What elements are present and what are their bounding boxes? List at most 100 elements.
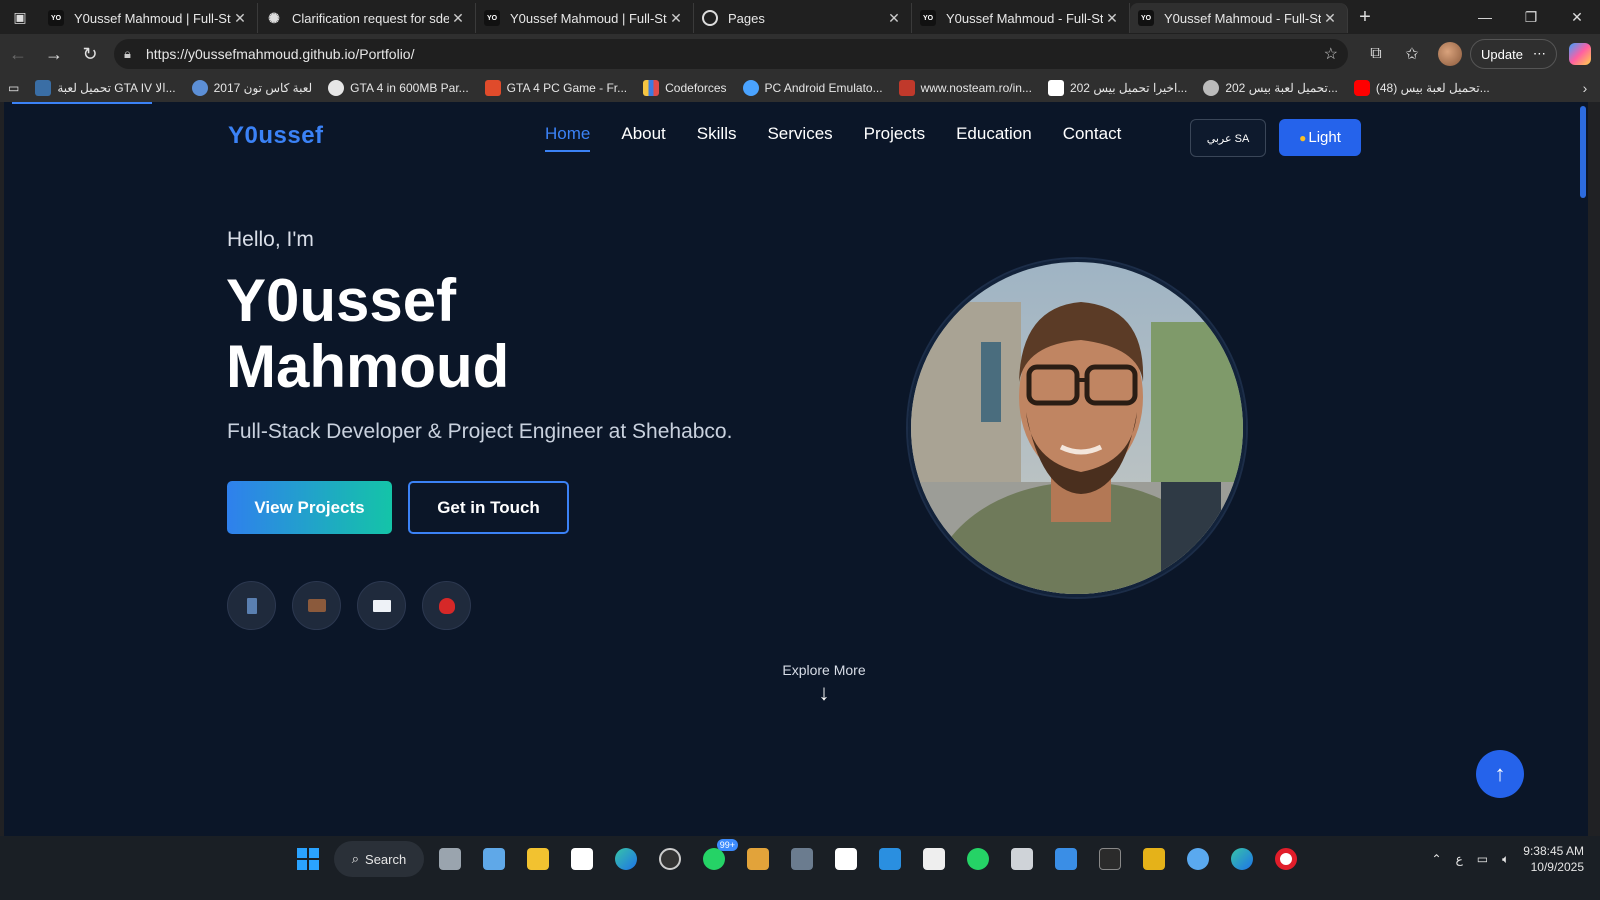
browser-tab-active[interactable]: YO Y0ussef Mahmoud - Full-Stack ✕ [1130, 3, 1348, 33]
update-label: Update [1481, 46, 1523, 62]
scrollbar-thumb[interactable] [1580, 106, 1586, 198]
chevron-up-icon[interactable]: ⌃ [1432, 852, 1442, 866]
app-icon[interactable] [652, 841, 688, 877]
file-explorer-icon[interactable] [520, 841, 556, 877]
input-indicator[interactable]: ع [1456, 852, 1463, 866]
favorite-item[interactable]: تحميل لعبة GTA IV الا... [27, 80, 183, 96]
address-bar[interactable]: 🔒︎ https://y0ussefmahmoud.github.io/Port… [114, 39, 1348, 69]
back-icon[interactable]: ← [0, 36, 36, 72]
nav-link-projects[interactable]: Projects [864, 124, 925, 152]
favorite-item[interactable]: اخيرا تحميل بيس 202... [1040, 80, 1195, 96]
task-view-icon[interactable] [432, 841, 468, 877]
favorite-item[interactable]: لعبة كاس تون 2017 [184, 80, 321, 96]
social-link[interactable] [227, 581, 276, 630]
whatsapp-business-icon[interactable]: 99+ [696, 839, 738, 877]
chevron-right-icon[interactable]: › [1570, 80, 1600, 96]
favorite-icon [898, 80, 915, 96]
browser-tab[interactable]: Pages ✕ [694, 3, 912, 33]
site-favicon-icon: YO [920, 10, 936, 26]
theme-toggle-button[interactable]: ● Light [1279, 119, 1361, 156]
profile-avatar[interactable] [1438, 42, 1462, 66]
browser-tab[interactable]: YO Y0ussef Mahmoud | Full-Stack ✕ [476, 3, 694, 33]
nav-link-home[interactable]: Home [545, 124, 591, 152]
app-icon[interactable] [1180, 841, 1216, 877]
hero-name: Y0ussef Mahmoud [226, 267, 510, 400]
opera-icon[interactable] [1268, 841, 1304, 877]
taskbar-search[interactable]: ⌕ Search [334, 841, 424, 877]
browser-tab[interactable]: YO Y0ussef Mahmoud | Full-Stack ✕ [40, 3, 258, 33]
tab-title: Y0ussef Mahmoud | Full-Stack [510, 10, 667, 26]
sun-icon: ● [1299, 130, 1307, 145]
favorite-item[interactable]: GTA 4 PC Game - Fr... [477, 80, 635, 96]
close-tab-icon[interactable]: ✕ [885, 10, 903, 27]
close-tab-icon[interactable]: ✕ [231, 10, 249, 27]
browser-tab[interactable]: ✺ Clarification request for sde ✕ [258, 3, 476, 33]
whatsapp-icon[interactable] [960, 841, 996, 877]
close-tab-icon[interactable]: ✕ [667, 10, 685, 27]
favorites-icon[interactable]: ✩ [1394, 44, 1430, 64]
claude-icon: ✺ [268, 9, 280, 26]
edge-icon[interactable] [1224, 841, 1260, 877]
star-icon[interactable]: ☆ [1324, 44, 1338, 64]
new-tab-icon[interactable]: + [1348, 6, 1382, 29]
favorite-item[interactable]: PC Android Emulato... [735, 80, 891, 96]
clock[interactable]: 9:38:45 AM 10/9/2025 [1523, 843, 1584, 875]
start-button[interactable] [290, 841, 326, 877]
reading-list-icon[interactable]: ▭ [0, 81, 27, 95]
close-tab-icon[interactable]: ✕ [1321, 10, 1339, 27]
photos-icon[interactable] [1048, 841, 1084, 877]
get-in-touch-button[interactable]: Get in Touch [408, 481, 569, 534]
url-text[interactable]: https://y0ussefmahmoud.github.io/Portfol… [146, 46, 1324, 62]
nav-link-skills[interactable]: Skills [697, 124, 737, 152]
portrait-image [911, 262, 1243, 594]
favorite-item[interactable]: www.nosteam.ro/in... [891, 80, 1040, 96]
nav-link-about[interactable]: About [621, 124, 665, 152]
app-icon[interactable] [1136, 841, 1172, 877]
explore-more[interactable]: Explore More ↓ [764, 662, 884, 706]
language-toggle-button[interactable]: عربي SA [1190, 119, 1266, 157]
refresh-icon[interactable]: ↻ [72, 36, 108, 72]
volume-icon[interactable]: 🔈︎ [1502, 852, 1509, 867]
social-link[interactable] [292, 581, 341, 630]
edge-icon[interactable] [608, 841, 644, 877]
close-window-icon[interactable]: ✕ [1554, 9, 1600, 26]
store-icon[interactable] [564, 841, 600, 877]
nav-link-contact[interactable]: Contact [1063, 124, 1122, 152]
nav-link-services[interactable]: Services [767, 124, 832, 152]
favorite-icon [1203, 80, 1220, 96]
app-icon[interactable] [784, 841, 820, 877]
scroll-to-top-button[interactable]: ↑ [1476, 750, 1524, 798]
tab-actions-icon[interactable]: ▣ [0, 0, 40, 34]
forward-icon[interactable]: → [36, 36, 72, 72]
social-link[interactable] [357, 581, 406, 630]
app-icon[interactable] [916, 841, 952, 877]
capcut-icon[interactable] [828, 841, 864, 877]
close-tab-icon[interactable]: ✕ [1103, 10, 1121, 27]
terminal-icon[interactable] [1092, 841, 1128, 877]
social-link[interactable] [422, 581, 471, 630]
social-links [227, 581, 471, 630]
lock-icon[interactable]: 🔒︎ [124, 46, 146, 62]
extensions-icon[interactable]: ⧉ [1358, 45, 1394, 63]
scrollbar[interactable] [1576, 102, 1588, 848]
favorite-label: (48) تحميل لعبة بيس... [1375, 81, 1490, 95]
notepad-icon[interactable] [476, 841, 512, 877]
update-button[interactable]: Update ⋯ [1470, 39, 1557, 69]
restore-icon[interactable]: ❐ [1508, 9, 1554, 26]
browser-tab[interactable]: YO Y0ussef Mahmoud - Full-Stack ✕ [912, 3, 1130, 33]
app-icon[interactable] [740, 841, 776, 877]
favorite-item[interactable]: GTA 4 in 600MB Par... [320, 80, 477, 96]
close-tab-icon[interactable]: ✕ [449, 10, 467, 27]
view-projects-button[interactable]: View Projects [227, 481, 392, 534]
favorite-label: لعبة كاس تون 2017 [213, 81, 313, 95]
unity-icon[interactable] [1004, 841, 1040, 877]
site-logo[interactable]: Y0ussef [228, 122, 324, 150]
favorite-item[interactable]: Codeforces [635, 80, 734, 96]
favorite-item[interactable]: تحميل لعبة بيس 202... [1195, 80, 1346, 96]
favorite-item[interactable]: (48) تحميل لعبة بيس... [1346, 80, 1498, 96]
vscode-icon[interactable] [872, 841, 908, 877]
nav-link-education[interactable]: Education [956, 124, 1032, 152]
minimize-icon[interactable]: — [1462, 9, 1508, 26]
network-icon[interactable]: ▭ [1477, 852, 1488, 866]
copilot-icon[interactable] [1568, 43, 1591, 65]
